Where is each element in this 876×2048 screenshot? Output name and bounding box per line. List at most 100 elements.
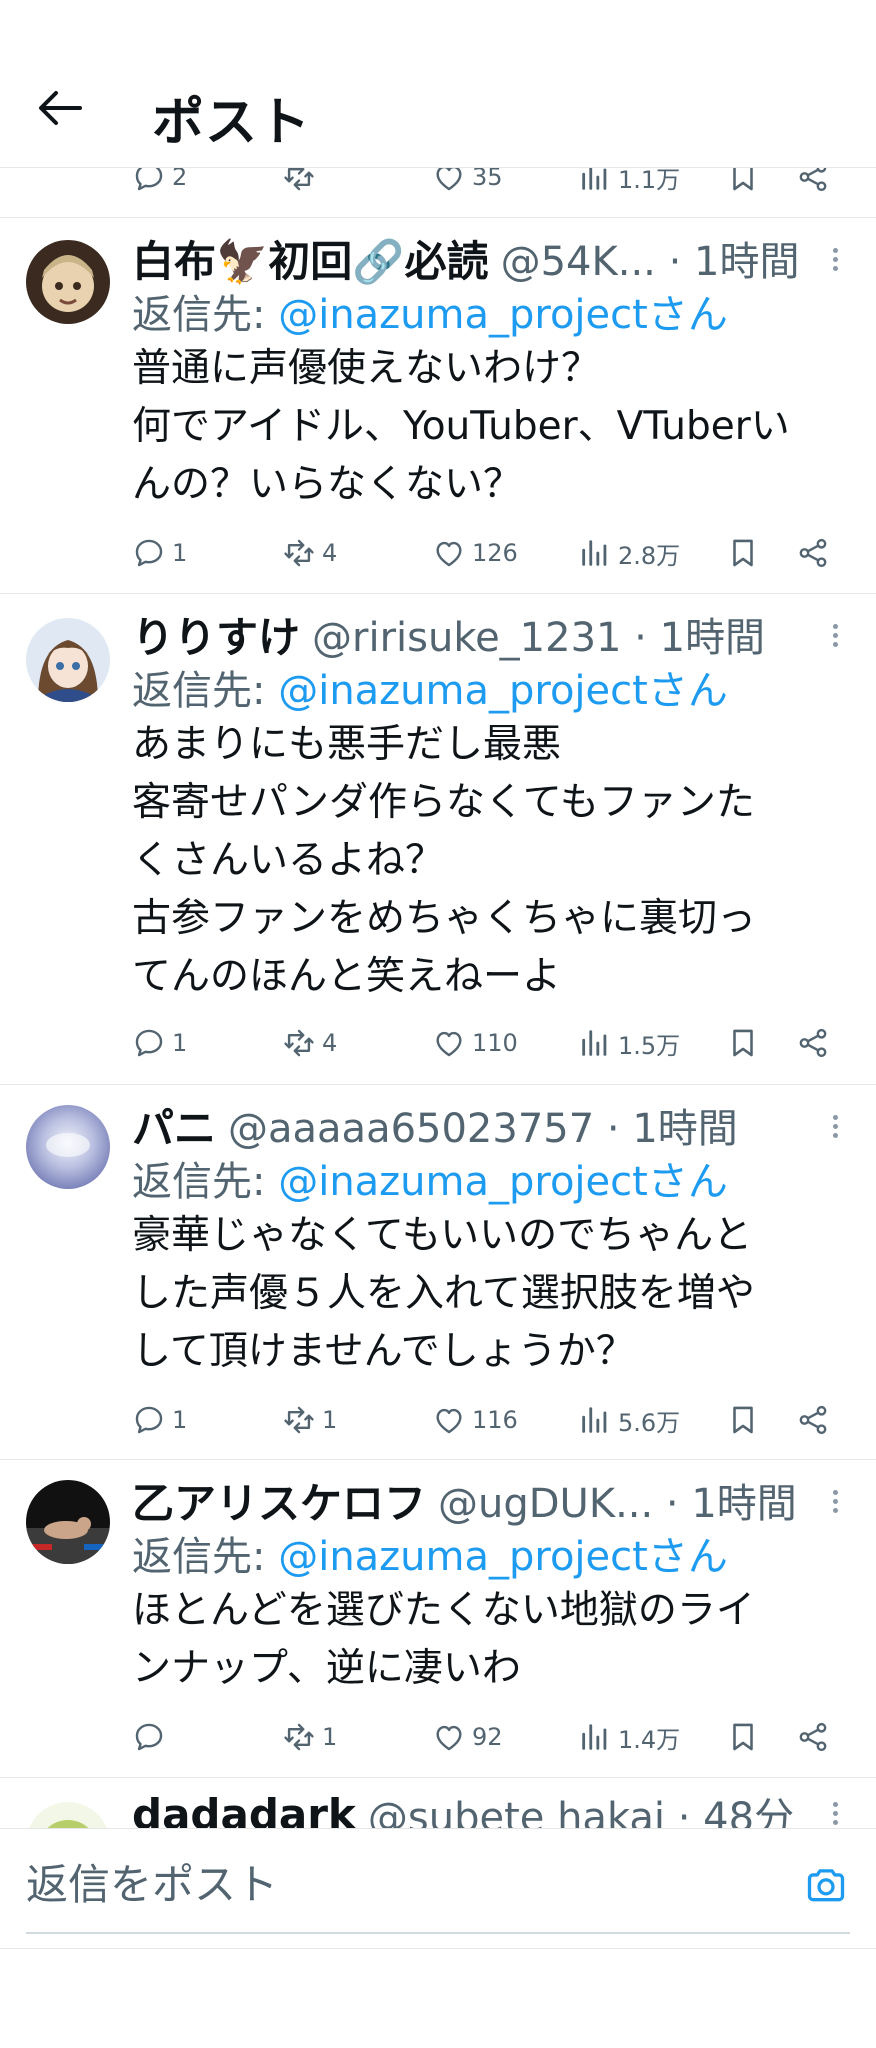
retweet-button[interactable]: 4	[282, 528, 337, 578]
arrow-left-icon[interactable]	[36, 88, 84, 128]
reply-button[interactable]	[132, 1712, 172, 1762]
reply-button[interactable]: 1	[132, 1395, 187, 1445]
bookmark-button[interactable]	[726, 1018, 760, 1068]
retweet-icon	[282, 1403, 316, 1437]
avatar[interactable]	[26, 618, 110, 702]
more-options-icon[interactable]	[830, 1798, 840, 1828]
retweet-icon	[282, 536, 316, 570]
avatar[interactable]	[26, 1802, 110, 1828]
share-button[interactable]	[796, 1018, 830, 1068]
reply-count: 1	[172, 1406, 188, 1434]
retweet-icon	[282, 1026, 316, 1060]
avatar[interactable]	[26, 1480, 110, 1564]
post-text-line: くさんいるよね？	[132, 838, 445, 883]
action-bar: 1 4 110 1.5万	[0, 1018, 876, 1068]
post-text-line: 何でアイドル、YouTuber、VTuberい	[132, 404, 790, 449]
retweet-count: 4	[322, 1029, 338, 1057]
action-bar: 1 1 116 5.6万	[0, 1395, 876, 1445]
display-name[interactable]: dadadark	[132, 1790, 356, 1829]
views-icon	[578, 1403, 612, 1437]
post-header: パニ @aaaaa65023757 · 1時間	[132, 1097, 806, 1153]
bookmark-button[interactable]	[726, 1395, 760, 1445]
share-button[interactable]	[796, 1712, 830, 1762]
post-text-line: んの？いらなくない？	[132, 462, 523, 507]
views-count: 2.8万	[618, 541, 681, 570]
post-text-line: ほとんどを選びたくない地獄のライ	[132, 1588, 755, 1633]
display-name[interactable]: 白布🦅初回🔗必読	[132, 230, 489, 286]
post-header: dadadark @subete hakai · 48分	[132, 1786, 806, 1829]
retweet-count: 1	[322, 1406, 338, 1434]
reply-to: 返信先: @inazuma_projectさん	[132, 1149, 728, 1207]
reply-post[interactable]: dadadark @subete hakai · 48分	[0, 1778, 876, 1828]
handle-time: @ririsuke_1231 · 1時間	[312, 615, 766, 661]
display-name[interactable]: パニ	[132, 1097, 216, 1153]
heart-icon	[432, 1403, 466, 1437]
reply-icon	[132, 1026, 166, 1060]
retweet-button[interactable]: 1	[282, 1395, 337, 1445]
reply-count: 1	[172, 539, 188, 567]
views-button[interactable]: 2.8万	[578, 528, 680, 578]
display-name[interactable]: りりすけ	[132, 606, 300, 662]
divider	[0, 1948, 876, 1949]
more-options-icon[interactable]	[830, 1486, 840, 1526]
input-underline	[26, 1932, 850, 1934]
post-text: 普通に声優使えないわけ？ 何でアイドル、YouTuber、VTuberい んの？…	[132, 340, 852, 514]
reply-post[interactable]: 乙アリスケロフ @ugDUK... · 1時間 返信先: @inazuma_pr…	[0, 1460, 876, 1777]
views-button[interactable]: 1.4万	[578, 1712, 680, 1762]
avatar[interactable]	[26, 240, 110, 324]
views-count: 1.4万	[618, 1725, 681, 1754]
reply-button[interactable]: 1	[132, 1018, 187, 1068]
reply-input[interactable]: 返信をポスト	[26, 1851, 278, 1912]
retweet-button[interactable]: 1	[282, 1712, 337, 1762]
mention-link[interactable]: @inazuma_projectさん	[278, 1534, 728, 1580]
like-count: 116	[472, 1406, 518, 1434]
share-button[interactable]	[796, 1395, 830, 1445]
share-button[interactable]	[796, 528, 830, 578]
like-button[interactable]: 116	[432, 1395, 518, 1445]
post-header: 乙アリスケロフ @ugDUK... · 1時間	[132, 1472, 806, 1528]
like-button[interactable]: 126	[432, 528, 518, 578]
reply-button[interactable]: 1	[132, 528, 187, 578]
page-title: ポスト	[152, 93, 312, 153]
views-button[interactable]: 5.6万	[578, 1395, 680, 1445]
mention-link[interactable]: @inazuma_projectさん	[278, 668, 728, 714]
heart-icon	[432, 1026, 466, 1060]
reply-post[interactable]: パニ @aaaaa65023757 · 1時間 返信先: @inazuma_pr…	[0, 1085, 876, 1459]
reply-composer: 返信をポスト	[0, 1828, 876, 1939]
post-text-line: あまりにも悪手だし最悪	[132, 722, 562, 767]
more-options-icon[interactable]	[830, 244, 840, 284]
action-bar: 1 4 126 2.8万	[0, 528, 876, 578]
like-count: 110	[472, 1029, 518, 1057]
reply-to-label: 返信先:	[132, 668, 279, 714]
retweet-button[interactable]: 4	[282, 1018, 337, 1068]
avatar[interactable]	[26, 1105, 110, 1189]
more-options-icon[interactable]	[830, 1111, 840, 1151]
reply-to-label: 返信先:	[132, 1534, 279, 1580]
camera-icon[interactable]	[804, 1863, 848, 1907]
post-text-line: 普通に声優使えないわけ？	[132, 346, 601, 391]
like-button[interactable]: 92	[432, 1712, 503, 1762]
bookmark-icon	[726, 1403, 760, 1437]
views-icon	[578, 536, 612, 570]
bookmark-icon	[726, 1026, 760, 1060]
mention-link[interactable]: @inazuma_projectさん	[278, 292, 728, 338]
views-icon	[578, 1026, 612, 1060]
reply-post[interactable]: りりすけ @ririsuke_1231 · 1時間 返信先: @inazuma_…	[0, 594, 876, 1084]
mention-link[interactable]: @inazuma_projectさん	[278, 1159, 728, 1205]
bookmark-button[interactable]	[726, 528, 760, 578]
post-text: 豪華じゃなくてもいいのでちゃんと した声優５人を入れて選択肢を増や して頂けませ…	[132, 1207, 852, 1381]
post-text-line: して頂けませんでしょうか？	[132, 1329, 635, 1374]
like-button[interactable]: 110	[432, 1018, 518, 1068]
bookmark-button[interactable]	[726, 1712, 760, 1762]
reply-to-label: 返信先:	[132, 1159, 279, 1205]
display-name[interactable]: 乙アリスケロフ	[132, 1472, 426, 1528]
like-count: 92	[472, 1723, 503, 1751]
views-button[interactable]: 1.5万	[578, 1018, 680, 1068]
retweet-count: 4	[322, 539, 338, 567]
share-icon	[796, 1720, 830, 1754]
reply-icon	[132, 1403, 166, 1437]
reply-post[interactable]: 白布🦅初回🔗必読 @54K... · 1時間 返信先: @inazuma_pro…	[0, 218, 876, 593]
heart-icon	[432, 1720, 466, 1754]
views-icon	[578, 1720, 612, 1754]
more-options-icon[interactable]	[830, 620, 840, 660]
